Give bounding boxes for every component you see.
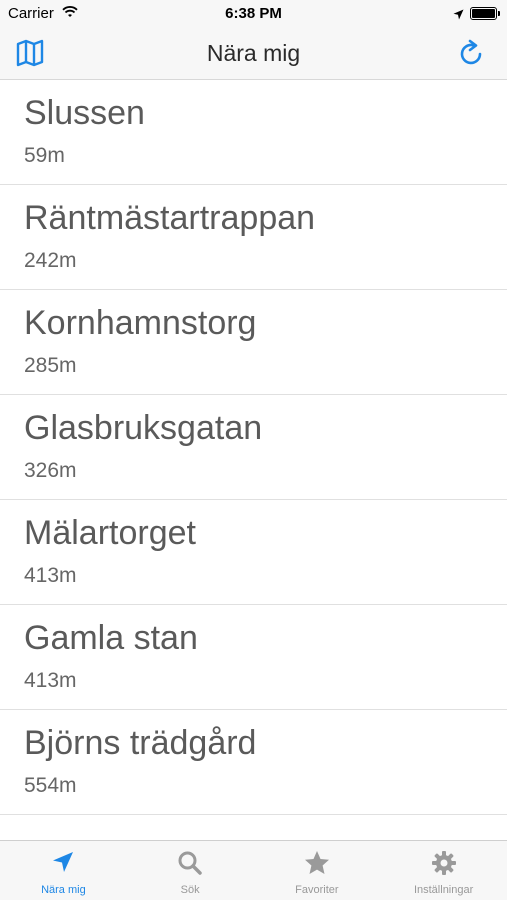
stop-row-partial[interactable]: [0, 815, 507, 840]
location-arrow-icon: [53, 852, 74, 872]
tab-favoriter[interactable]: Favoriter: [254, 841, 381, 900]
location-services-icon: [453, 7, 464, 24]
stop-name: Gamla stan: [24, 619, 198, 657]
stop-row-slussen[interactable]: Slussen 59m: [0, 80, 507, 185]
stop-name: Mälartorget: [24, 514, 196, 552]
page-title: Nära mig: [206, 40, 301, 66]
stop-distance: 554m: [24, 774, 77, 797]
tab-nara-mig[interactable]: Nära mig: [0, 841, 127, 900]
tab-bar: Nära mig Sök Favoriter Inställningar: [0, 840, 507, 900]
tab-installningar[interactable]: Inställningar: [380, 841, 507, 900]
tab-label: Nära mig: [41, 884, 86, 896]
stop-row-gamla-stan[interactable]: Gamla stan 413m: [0, 605, 507, 710]
tab-label: Inställningar: [413, 884, 474, 896]
star-icon: [304, 851, 329, 874]
navigation-bar: Nära mig: [0, 28, 507, 80]
stop-distance: 59m: [24, 144, 65, 167]
stop-list: Slussen 59m Räntmästartrappan 242m Kornh…: [0, 80, 507, 840]
battery-icon: [470, 7, 500, 20]
stop-row-glasbruksgatan[interactable]: Glasbruksgatan 326m: [0, 395, 507, 500]
stop-row-bjorns-tradgard[interactable]: Björns trädgård 554m: [0, 710, 507, 815]
tab-label: Sök: [180, 884, 200, 896]
stop-row-malartorget[interactable]: Mälartorget 413m: [0, 500, 507, 605]
stop-distance: 285m: [24, 354, 77, 377]
stop-row-rantmastartrappan[interactable]: Räntmästartrappan 242m: [0, 185, 507, 290]
stop-name: Glasbruksgatan: [24, 409, 263, 447]
stop-name: Kornhamnstorg: [24, 304, 257, 342]
stop-name: Björns trädgård: [24, 724, 257, 762]
refresh-button[interactable]: [455, 38, 491, 70]
stop-name: Räntmästartrappan: [24, 199, 316, 237]
stop-name: Slussen: [24, 94, 145, 132]
gear-icon: [431, 851, 456, 875]
refresh-icon: [460, 39, 482, 65]
tab-sok[interactable]: Sök: [127, 841, 254, 900]
status-bar: Carrier 6:38 PM: [0, 0, 507, 28]
clock: 6:38 PM: [225, 5, 282, 22]
search-icon: [178, 851, 202, 875]
stop-distance: 326m: [24, 459, 77, 482]
stop-row-kornhamnstorg[interactable]: Kornhamnstorg 285m: [0, 290, 507, 395]
stop-distance: 413m: [24, 669, 77, 692]
tab-label: Favoriter: [295, 884, 339, 896]
stop-distance: 413m: [24, 564, 77, 587]
stop-distance: 242m: [24, 249, 77, 272]
